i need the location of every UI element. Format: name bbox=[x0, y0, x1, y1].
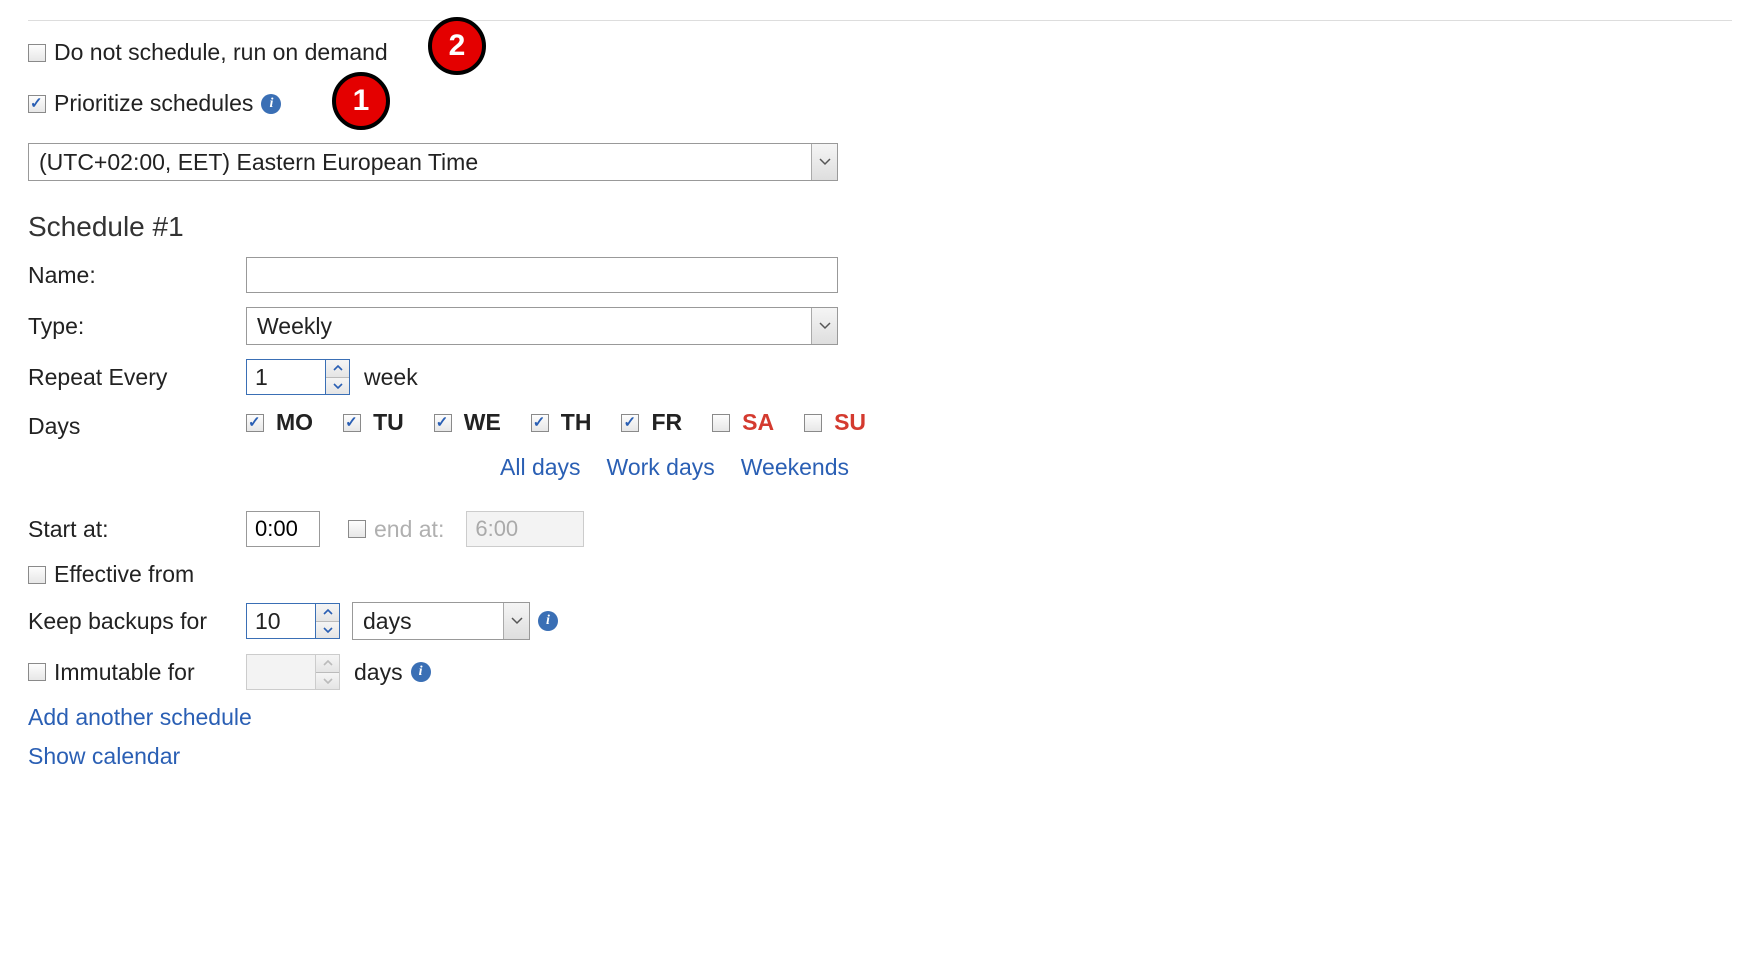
start-at-row: Start at: end at: bbox=[28, 511, 1732, 547]
effective-from-checkbox[interactable] bbox=[28, 566, 46, 584]
info-icon[interactable]: i bbox=[411, 662, 431, 682]
spinner-down-icon bbox=[316, 673, 339, 690]
day-tu-checkbox[interactable] bbox=[343, 414, 361, 432]
type-value: Weekly bbox=[247, 308, 811, 344]
no-schedule-label: Do not schedule, run on demand bbox=[54, 39, 388, 66]
day-tu: TU bbox=[343, 409, 404, 436]
end-at-input bbox=[466, 511, 584, 547]
effective-from-label: Effective from bbox=[54, 561, 194, 588]
keep-backups-label: Keep backups for bbox=[28, 608, 246, 635]
repeat-row: Repeat Every 1 week bbox=[28, 359, 1732, 395]
weekends-link[interactable]: Weekends bbox=[741, 454, 849, 481]
spinner-up-icon[interactable] bbox=[316, 604, 339, 622]
chevron-down-icon bbox=[503, 603, 529, 639]
keep-backups-row: Keep backups for 10 days i bbox=[28, 602, 1732, 640]
day-th-label: TH bbox=[561, 409, 592, 436]
keep-unit-value: days bbox=[353, 603, 503, 639]
work-days-link[interactable]: Work days bbox=[607, 454, 715, 481]
timezone-select[interactable]: (UTC+02:00, EET) Eastern European Time bbox=[28, 143, 838, 181]
callout-1: 1 bbox=[332, 72, 390, 130]
repeat-value: 1 bbox=[247, 360, 325, 394]
week-unit: week bbox=[364, 364, 418, 391]
day-mo-label: MO bbox=[276, 409, 313, 436]
immutable-unit: days bbox=[354, 659, 403, 686]
schedule-heading: Schedule #1 bbox=[28, 211, 1732, 243]
callout-2: 2 bbox=[428, 17, 486, 75]
info-icon[interactable]: i bbox=[261, 94, 281, 114]
no-schedule-row: Do not schedule, run on demand 2 bbox=[28, 39, 1732, 66]
type-row: Type: Weekly bbox=[28, 307, 1732, 345]
day-tu-label: TU bbox=[373, 409, 404, 436]
day-su: SU bbox=[804, 409, 866, 436]
prioritize-row: Prioritize schedules i 1 bbox=[28, 90, 1732, 117]
day-fr: FR bbox=[621, 409, 682, 436]
name-input[interactable] bbox=[246, 257, 838, 293]
day-fr-checkbox[interactable] bbox=[621, 414, 639, 432]
spinner-up-icon bbox=[316, 655, 339, 673]
immutable-checkbox[interactable] bbox=[28, 663, 46, 681]
keep-spinner[interactable]: 10 bbox=[246, 603, 340, 639]
end-at-checkbox[interactable] bbox=[348, 520, 366, 538]
prioritize-label: Prioritize schedules bbox=[54, 90, 253, 117]
immutable-row: Immutable for days i bbox=[28, 654, 1732, 690]
spinner-up-icon[interactable] bbox=[326, 360, 349, 378]
day-sa-checkbox[interactable] bbox=[712, 414, 730, 432]
day-we-label: WE bbox=[464, 409, 501, 436]
day-quick-links: All days Work days Weekends bbox=[500, 454, 1732, 481]
immutable-spinner bbox=[246, 654, 340, 690]
type-label: Type: bbox=[28, 313, 246, 340]
prioritize-checkbox[interactable] bbox=[28, 95, 46, 113]
repeat-label: Repeat Every bbox=[28, 364, 246, 391]
start-at-input[interactable] bbox=[246, 511, 320, 547]
day-th: TH bbox=[531, 409, 592, 436]
day-th-checkbox[interactable] bbox=[531, 414, 549, 432]
repeat-spinner[interactable]: 1 bbox=[246, 359, 350, 395]
keep-value: 10 bbox=[247, 604, 315, 638]
no-schedule-checkbox[interactable] bbox=[28, 44, 46, 62]
chevron-down-icon bbox=[811, 308, 837, 344]
day-su-label: SU bbox=[834, 409, 866, 436]
day-we: WE bbox=[434, 409, 501, 436]
day-mo: MO bbox=[246, 409, 313, 436]
spinner-down-icon[interactable] bbox=[326, 378, 349, 395]
days-group: MO TU WE TH FR SA SU bbox=[246, 409, 866, 436]
day-mo-checkbox[interactable] bbox=[246, 414, 264, 432]
immutable-value bbox=[247, 655, 315, 689]
show-calendar-link[interactable]: Show calendar bbox=[28, 743, 1732, 770]
keep-unit-select[interactable]: days bbox=[352, 602, 530, 640]
start-at-label: Start at: bbox=[28, 516, 246, 543]
day-sa: SA bbox=[712, 409, 774, 436]
all-days-link[interactable]: All days bbox=[500, 454, 581, 481]
type-select[interactable]: Weekly bbox=[246, 307, 838, 345]
day-sa-label: SA bbox=[742, 409, 774, 436]
info-icon[interactable]: i bbox=[538, 611, 558, 631]
top-divider bbox=[28, 20, 1732, 21]
name-row: Name: bbox=[28, 257, 1732, 293]
days-label: Days bbox=[28, 409, 246, 440]
day-fr-label: FR bbox=[651, 409, 682, 436]
end-at-label: end at: bbox=[374, 516, 444, 543]
chevron-down-icon bbox=[811, 144, 837, 180]
add-another-schedule-link[interactable]: Add another schedule bbox=[28, 704, 1732, 731]
days-row: Days MO TU WE TH FR SA SU bbox=[28, 409, 1732, 440]
effective-from-row: Effective from bbox=[28, 561, 1732, 588]
day-we-checkbox[interactable] bbox=[434, 414, 452, 432]
immutable-label: Immutable for bbox=[54, 659, 195, 686]
name-label: Name: bbox=[28, 262, 246, 289]
day-su-checkbox[interactable] bbox=[804, 414, 822, 432]
spinner-down-icon[interactable] bbox=[316, 622, 339, 639]
timezone-value: (UTC+02:00, EET) Eastern European Time bbox=[29, 144, 811, 180]
